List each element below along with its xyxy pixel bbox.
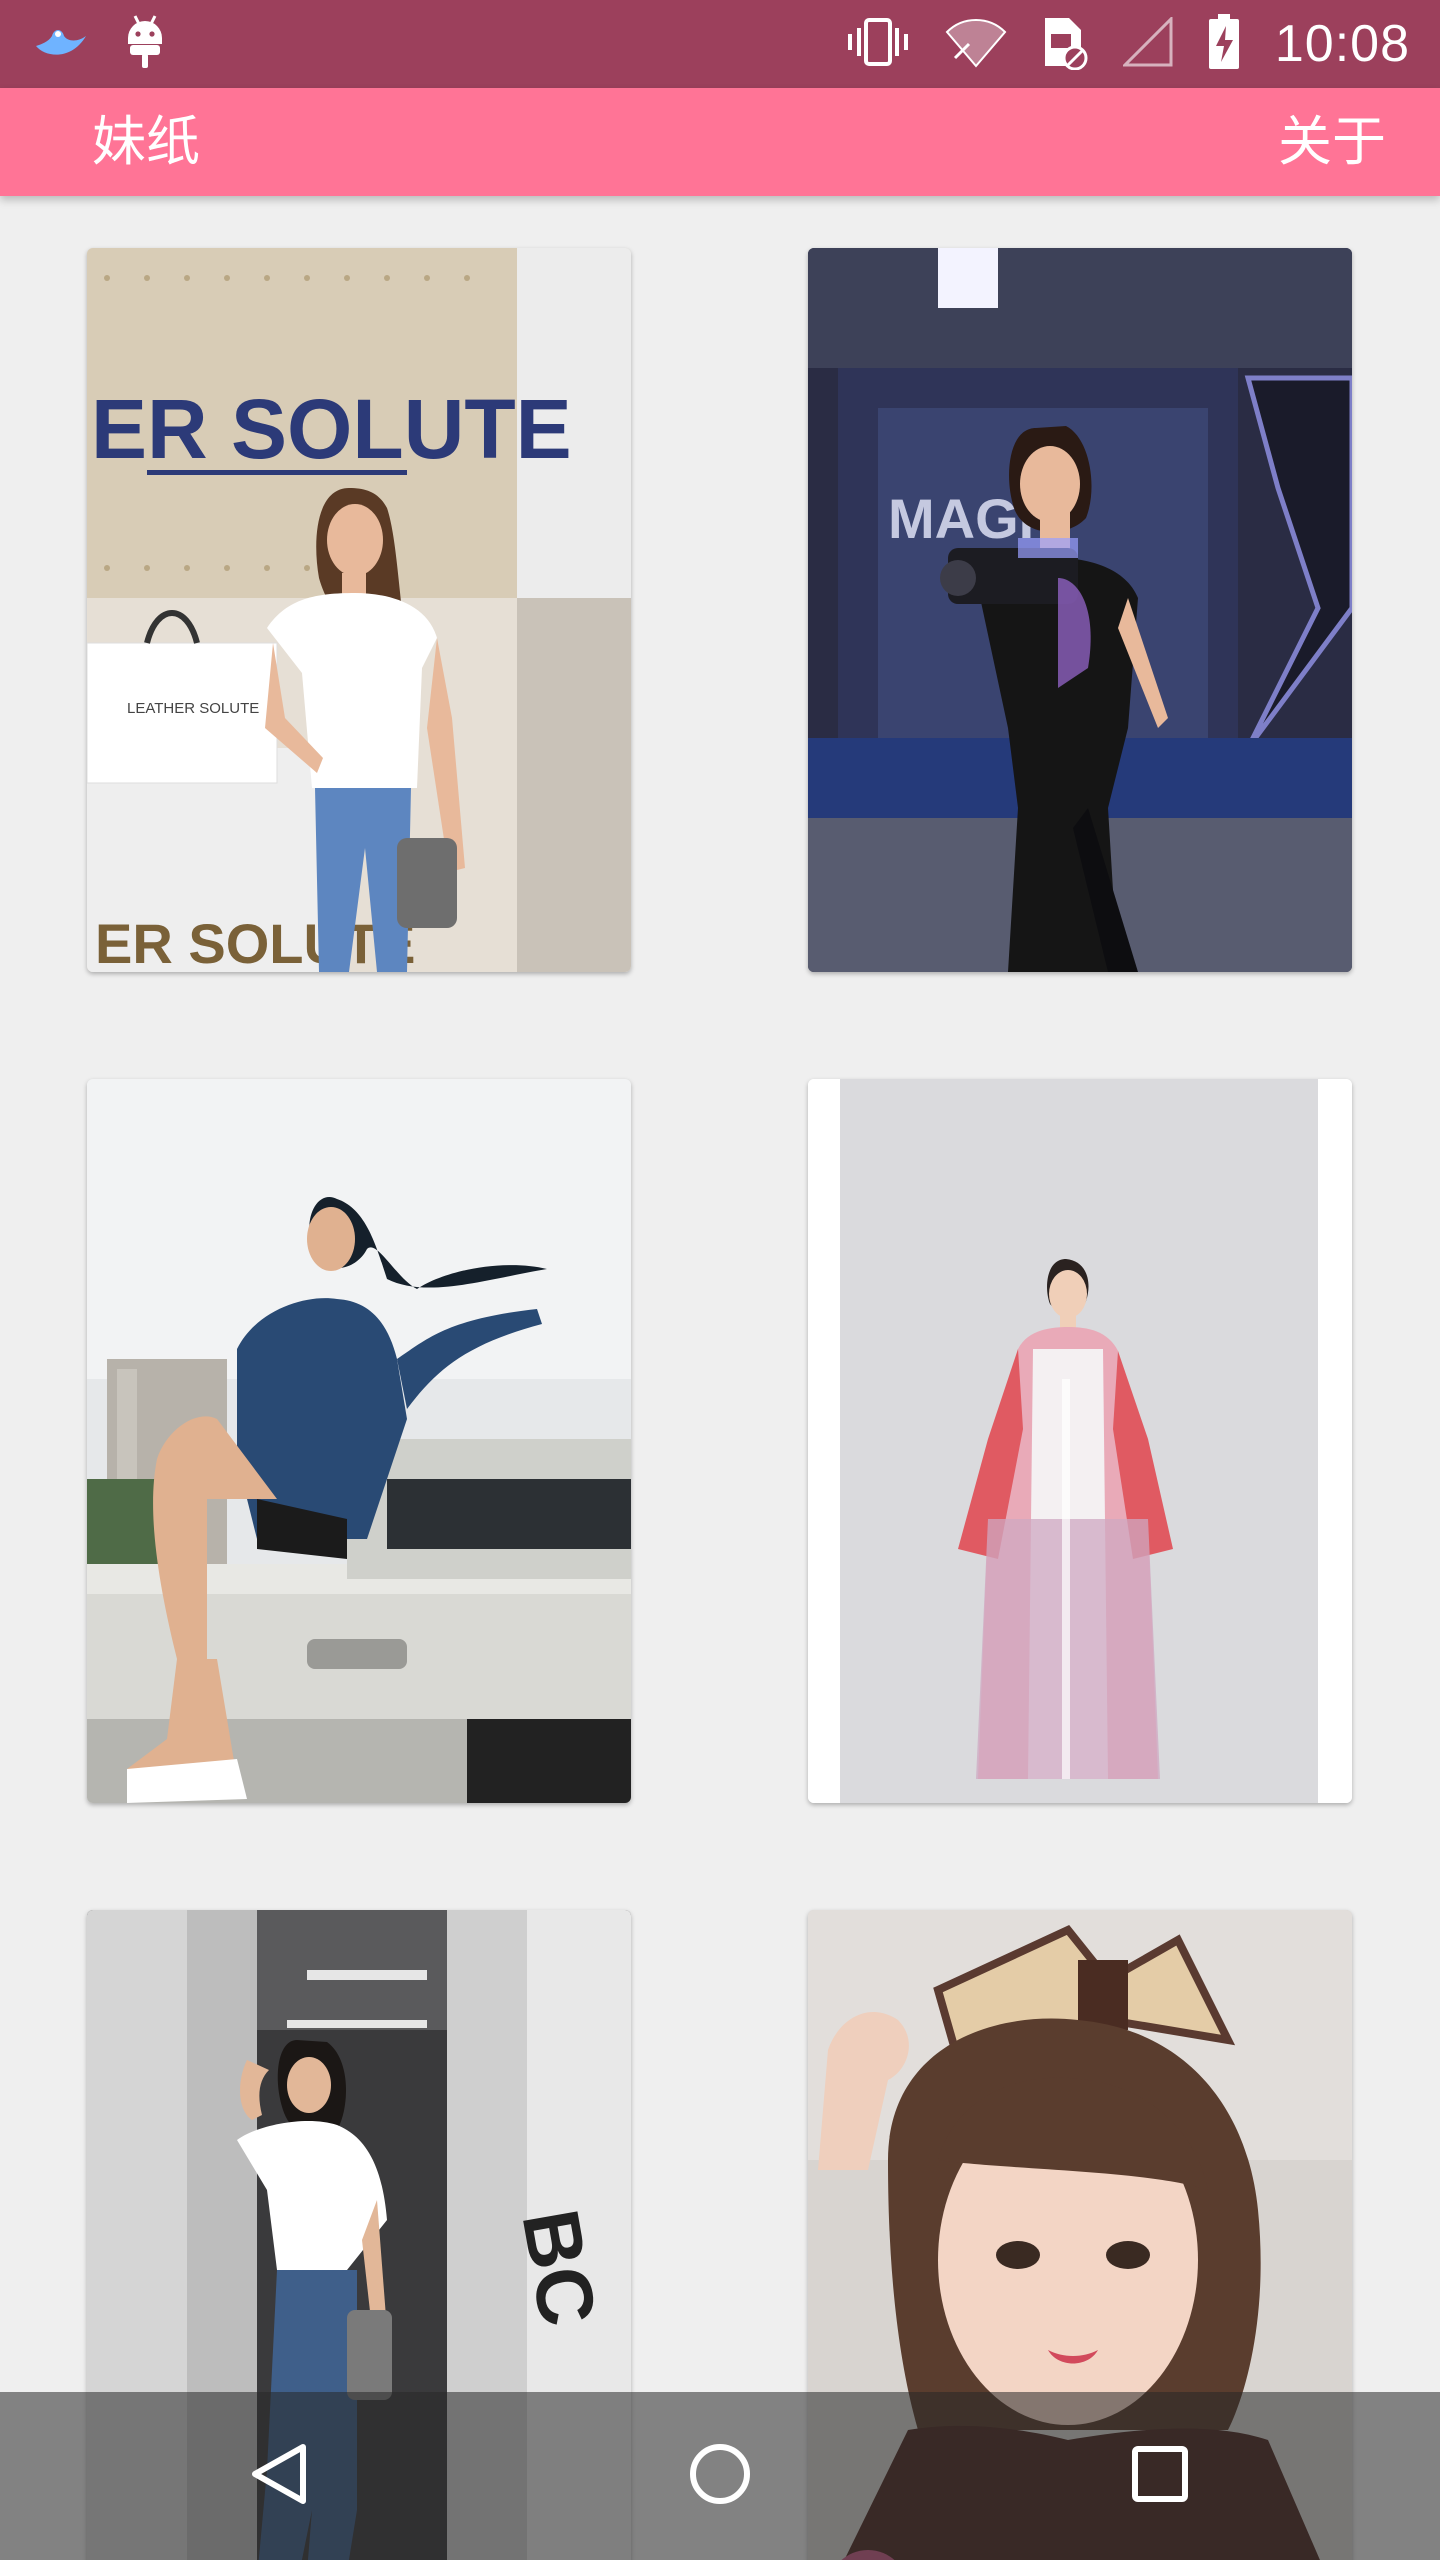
photo-grid[interactable]: ER SOLUTE LEATHER SOLUTE ER SOLUTE MAGP … [0, 196, 1440, 2560]
about-button[interactable]: 关于 [1278, 88, 1386, 196]
bird-notification-icon [32, 22, 90, 66]
app-title: 妹纸 [92, 110, 200, 173]
photo-card-3[interactable] [87, 1079, 631, 1803]
recents-button[interactable] [1110, 2426, 1210, 2526]
status-left [32, 14, 166, 74]
photo-card-1[interactable]: ER SOLUTE LEATHER SOLUTE ER SOLUTE [87, 248, 631, 972]
home-button[interactable] [670, 2426, 770, 2526]
cell-signal-icon [1121, 15, 1173, 71]
photo-image-1: ER SOLUTE LEATHER SOLUTE ER SOLUTE [87, 248, 631, 972]
status-right: 10:08 [845, 10, 1410, 78]
photo-card-4[interactable] [808, 1079, 1352, 1803]
photo-image-2: MAGP [808, 248, 1352, 972]
photo-image-3 [87, 1079, 631, 1803]
android-debug-icon [124, 14, 166, 74]
photo-card-2[interactable]: MAGP [808, 248, 1352, 972]
photo-image-4 [808, 1079, 1352, 1803]
home-icon [685, 2439, 755, 2513]
back-button[interactable] [230, 2426, 330, 2526]
recents-icon [1125, 2439, 1195, 2513]
sign-text: ER SOLUTE [91, 382, 572, 476]
vibrate-icon [845, 16, 911, 72]
app-bar: 妹纸 关于 [0, 88, 1440, 196]
status-time: 10:08 [1274, 15, 1410, 73]
no-sim-icon [1041, 14, 1089, 74]
navigation-bar [0, 2392, 1440, 2560]
battery-charging-icon [1207, 14, 1241, 74]
bag-text: LEATHER SOLUTE [127, 700, 259, 717]
back-icon [245, 2439, 315, 2513]
status-bar: 10:08 [0, 0, 1440, 88]
wifi-icon [945, 16, 1007, 72]
screen: 10:08 妹纸 关于 ER SOLUTE LEATHER SOLUTE ER … [0, 0, 1440, 2560]
counter-text: ER SOLUTE [95, 912, 415, 972]
